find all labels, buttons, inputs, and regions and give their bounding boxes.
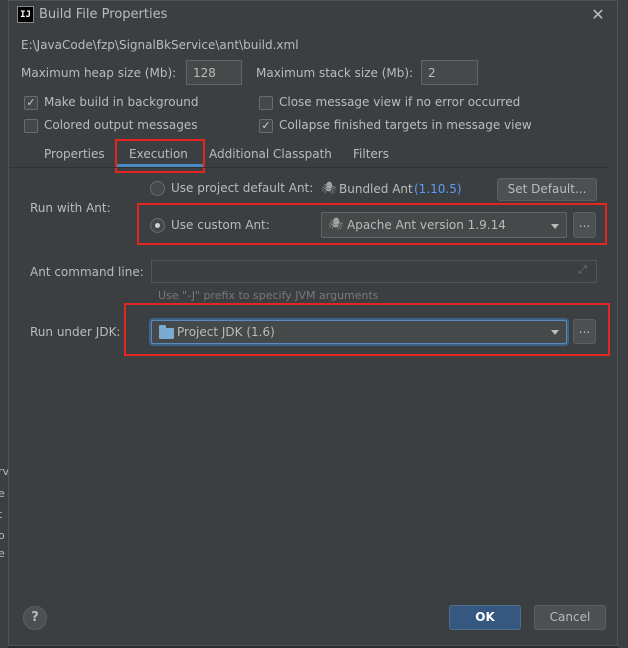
build-file-properties-dialog: IJ Build File Properties ✕ E:\JavaCode\f… [8,0,618,646]
ok-button[interactable]: OK [449,605,521,630]
background-ide-right [618,0,628,648]
ant-command-line-input[interactable] [151,260,597,283]
bundled-ant-version: (1.10.5) [414,182,462,196]
radio-label: Use project default Ant: [171,181,314,195]
checkbox-box[interactable]: ✓ [259,119,273,133]
run-under-jdk-label: Run under JDK: [30,325,121,339]
checkbox-label: Close message view if no error occurred [279,95,521,109]
intellij-icon: IJ [17,6,34,23]
checkbox-label: Make build in background [44,95,199,109]
run-with-ant-label: Run with Ant: [30,201,111,215]
highlight-box-jdk [124,303,610,356]
set-default-button[interactable]: Set Default... [497,178,597,201]
tab-properties[interactable]: Properties [44,146,105,168]
radio-button[interactable] [150,181,165,196]
expand-icon[interactable]: ⤢ [578,263,587,277]
highlight-box-custom-ant [137,203,607,245]
background-text: t [0,508,3,521]
help-button[interactable]: ? [23,606,47,630]
checkbox-box[interactable] [24,119,38,133]
background-text: e [0,547,5,560]
bundled-ant-label: Bundled Ant [339,182,413,196]
background-text: o [0,529,5,542]
checkbox-box[interactable] [259,96,273,110]
stack-size-input[interactable] [421,60,478,85]
heap-size-input[interactable] [186,60,242,85]
jvm-args-hint: Use "-J" prefix to specify JVM arguments [158,289,379,302]
tab-additional-classpath[interactable]: Additional Classpath [209,146,332,168]
checkbox-label: Colored output messages [44,118,198,132]
build-file-path: E:\JavaCode\fzp\SignalBkService\ant\buil… [21,38,299,52]
background-ide-left: rv e t o e [0,0,9,648]
heap-size-label: Maximum heap size (Mb): [21,66,177,80]
ant-command-line-label: Ant command line: [30,265,144,279]
window-title: Build File Properties [39,7,168,22]
tab-filters[interactable]: Filters [353,146,389,168]
background-text: e [0,487,5,500]
ant-spider-icon: 🕷 [321,181,337,195]
checkbox-label: Collapse finished targets in message vie… [279,118,532,132]
close-icon[interactable]: ✕ [587,4,609,26]
stack-size-label: Maximum stack size (Mb): [256,66,414,80]
title-bar: IJ Build File Properties ✕ [9,1,617,29]
cancel-button[interactable]: Cancel [534,605,606,630]
tabs-divider [9,167,609,168]
checkbox-box[interactable]: ✓ [24,96,38,110]
